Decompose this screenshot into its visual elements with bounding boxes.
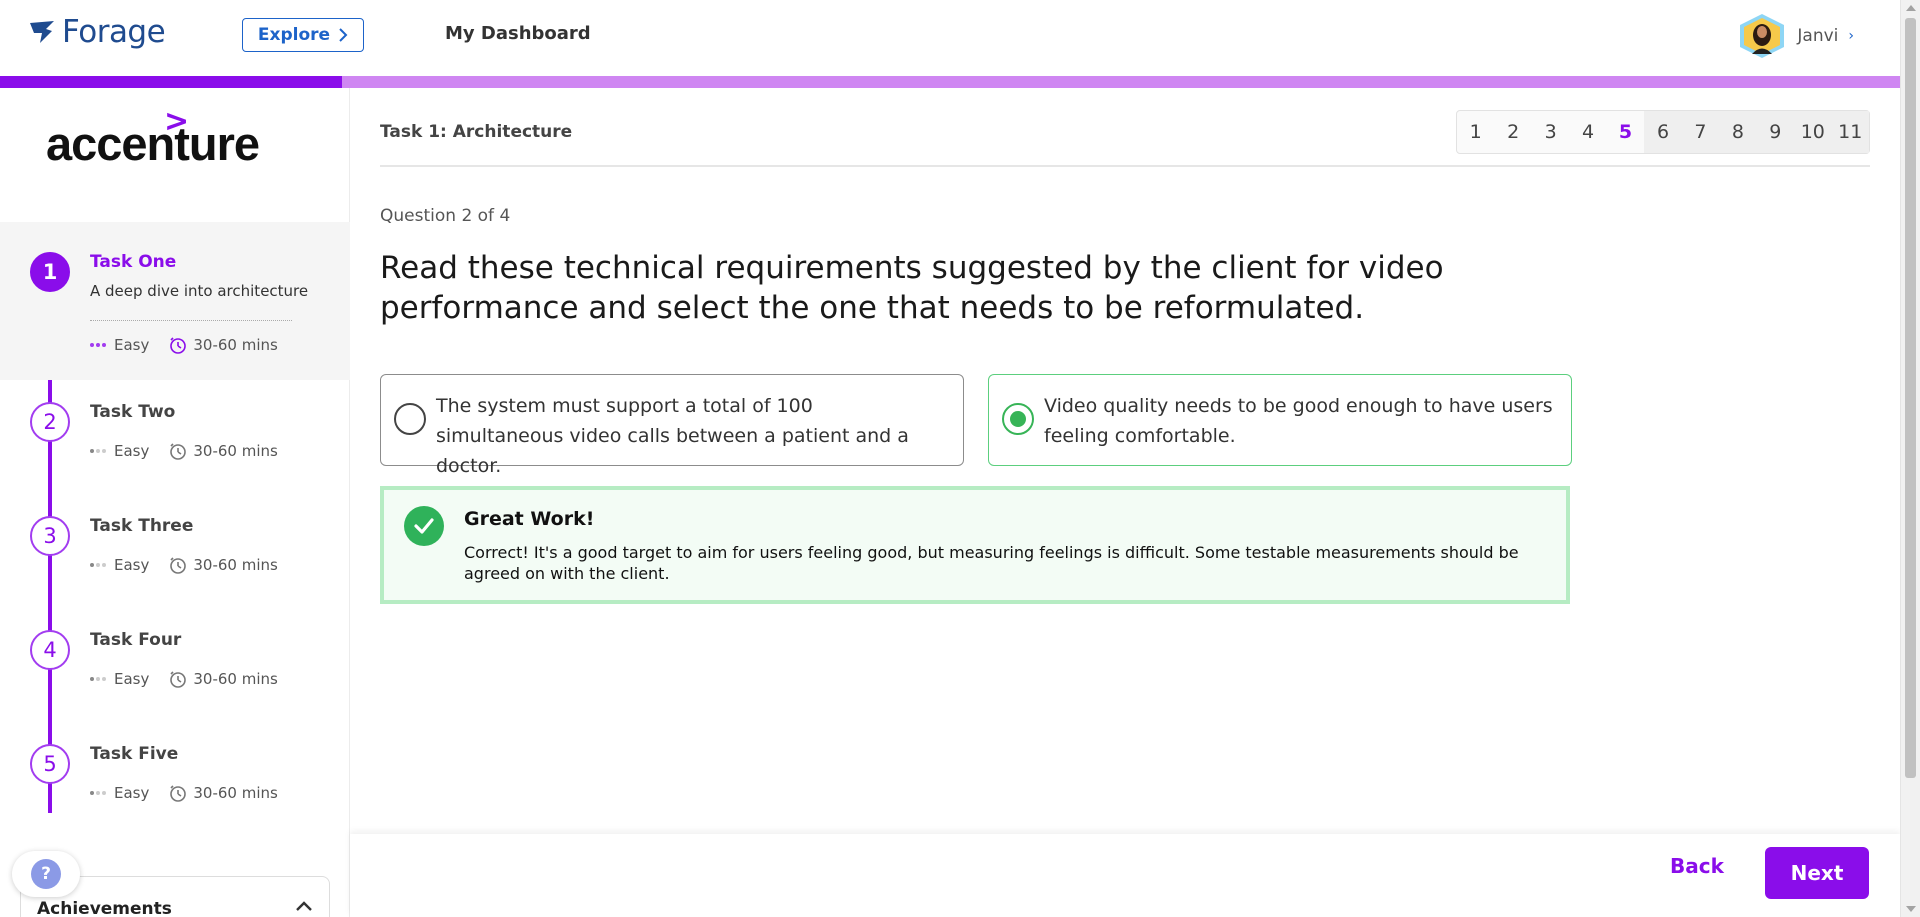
task-meta: Easy 30-60 mins [90,784,278,802]
scrollbar-thumb[interactable] [1905,18,1916,778]
scroll-up-icon[interactable] [1906,5,1916,11]
task-title: Task Four [90,630,182,650]
help-button[interactable]: ? [12,851,80,897]
clock-icon [170,557,187,574]
clock-icon [170,443,187,460]
task-difficulty: Easy [114,336,150,354]
clock-icon [170,671,187,688]
pager-step-2[interactable]: 2 [1494,111,1531,153]
task-heading: Task 1: Architecture [380,122,573,142]
answer-option-1[interactable]: The system must support a total of 100 s… [380,374,964,477]
sidebar-task-5[interactable]: 5 Task Five Easy 30-60 mins [0,744,350,836]
clock-icon [170,337,187,354]
next-button[interactable]: Next [1765,847,1869,899]
header-divider [380,165,1870,167]
back-button[interactable]: Back [1670,854,1724,878]
task-difficulty: Easy [114,670,150,688]
answer-option-text: Video quality needs to be good enough to… [1044,395,1553,447]
pager-step-10[interactable]: 10 [1794,111,1832,153]
task-meta: Easy 30-60 mins [90,556,278,574]
pager-step-3[interactable]: 3 [1532,111,1569,153]
difficulty-dots-icon [90,791,106,795]
answer-option-2[interactable]: Video quality needs to be good enough to… [988,374,1572,466]
pager-step-9[interactable]: 9 [1756,111,1795,153]
difficulty-dots-icon [90,563,106,567]
task-number-badge: 4 [30,630,70,670]
radio-button[interactable] [394,403,426,435]
check-icon [404,506,444,546]
task-duration: 30-60 mins [193,784,278,802]
brand-name: Forage [62,14,166,50]
pager-step-1[interactable]: 1 [1457,111,1494,153]
task-number-badge: 1 [30,252,70,292]
task-number-badge: 3 [30,516,70,556]
chevron-right-icon [339,28,348,42]
task-difficulty: Easy [114,784,150,802]
task-sidebar: > accenture 1 Task One A deep dive into … [0,88,350,917]
course-progress-bar [0,76,1900,88]
user-name: Janvi [1797,26,1839,46]
sidebar-task-3[interactable]: 3 Task Three Easy 30-60 mins [0,516,350,608]
question-counter: Question 2 of 4 [380,206,511,226]
chevron-up-icon[interactable] [293,895,315,917]
difficulty-dots-icon [90,449,106,453]
clock-icon [170,785,187,802]
step-pager: 1 2 3 4 5 6 7 8 9 10 11 [1456,110,1870,154]
task-title: Task Three [90,516,194,536]
user-menu[interactable]: Janvi › [1737,13,1854,59]
pager-step-8[interactable]: 8 [1719,111,1757,153]
avatar [1740,14,1785,58]
task-title: Task Two [90,402,176,422]
company-name: accenture [46,117,260,170]
task-title: Task One [90,252,177,272]
forage-logo-icon [30,21,54,43]
pager-step-5[interactable]: 5 [1607,111,1644,153]
vertical-scrollbar[interactable] [1900,0,1920,917]
pager-step-7[interactable]: 7 [1681,111,1720,153]
explore-label: Explore [257,25,331,45]
feedback-box: Great Work! Correct! It's a good target … [380,486,1570,604]
sidebar-task-1[interactable]: 1 Task One A deep dive into architecture… [0,222,350,380]
task-meta: Easy 30-60 mins [90,670,278,688]
task-number-badge: 5 [30,744,70,784]
question-text: Read these technical requirements sugges… [380,250,1444,326]
task-meta: Easy 30-60 mins [90,442,278,460]
chevron-right-icon: › [1848,28,1854,44]
scroll-down-icon[interactable] [1906,906,1916,912]
nav-footer: Back Next [350,834,1900,917]
task-duration: 30-60 mins [193,670,278,688]
main-content: Task 1: Architecture 1 2 3 4 5 6 7 8 9 1… [350,88,1900,917]
pager-step-11[interactable]: 11 [1831,111,1869,153]
difficulty-dots-icon [90,343,106,347]
task-difficulty: Easy [114,556,150,574]
pager-step-4[interactable]: 4 [1569,111,1606,153]
task-difficulty: Easy [114,442,150,460]
task-divider [90,320,292,321]
top-header: Forage Explore My Dashboard Janvi › [0,0,1900,76]
explore-button[interactable]: Explore [242,18,364,52]
feedback-body: Correct! It's a good target to aim for u… [464,543,1519,583]
forage-logo[interactable]: Forage [28,14,166,50]
course-progress-fill [0,76,342,88]
task-number-badge: 2 [30,402,70,442]
company-logo: > accenture [46,104,260,171]
task-duration: 30-60 mins [193,336,278,354]
task-title: Task Five [90,744,179,764]
answer-option-text: The system must support a total of 100 s… [436,395,909,477]
task-duration: 30-60 mins [193,556,278,574]
help-icon: ? [31,859,61,889]
task-duration: 30-60 mins [193,442,278,460]
company-logo-mark: > [164,104,190,139]
feedback-title: Great Work! [464,508,595,530]
task-description: A deep dive into architecture [90,282,309,300]
task-meta: Easy 30-60 mins [90,336,278,354]
sidebar-task-2[interactable]: 2 Task Two Easy 30-60 mins [0,402,350,494]
achievements-label: Achievements [37,899,172,917]
radio-button[interactable] [1002,403,1034,435]
sidebar-task-4[interactable]: 4 Task Four Easy 30-60 mins [0,630,350,722]
difficulty-dots-icon [90,677,106,681]
my-dashboard-link[interactable]: My Dashboard [445,23,591,44]
pager-step-6[interactable]: 6 [1644,111,1682,153]
